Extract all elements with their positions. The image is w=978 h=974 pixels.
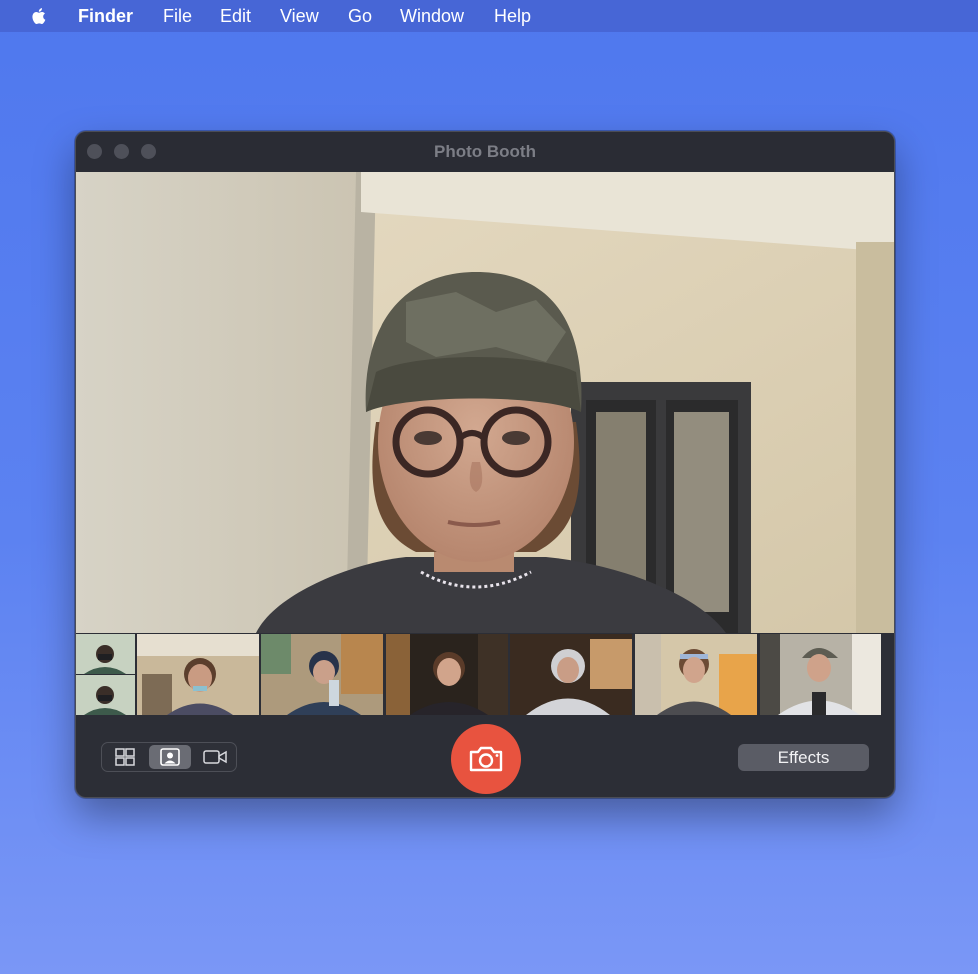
thumbnail-item[interactable] [137, 634, 259, 715]
mode-selector [101, 742, 237, 772]
menu-edit[interactable]: Edit [220, 5, 251, 27]
camera-preview-image [76, 172, 894, 633]
menu-view[interactable]: View [280, 5, 319, 27]
thumbnail-item[interactable] [386, 634, 508, 715]
photo-booth-window: Photo Booth Effects [75, 131, 895, 798]
thumbnail-image [137, 634, 259, 715]
thumbnail-image [261, 634, 383, 715]
thumbnail-item[interactable] [261, 634, 383, 715]
portrait-photo-icon [160, 748, 180, 766]
thumbnail-image [635, 634, 757, 715]
apple-logo-icon[interactable] [28, 5, 50, 27]
camera-icon [469, 746, 503, 772]
grid-view-button[interactable] [104, 745, 146, 769]
camera-preview [76, 172, 894, 633]
thumbnail-item[interactable] [510, 634, 632, 715]
menu-help[interactable]: Help [494, 5, 531, 27]
thumbnail-item[interactable] [635, 634, 757, 715]
thumbnail-image [510, 634, 632, 715]
window-title: Photo Booth [434, 142, 536, 161]
thumbnail-image [386, 634, 508, 715]
effects-button[interactable]: Effects [738, 744, 869, 771]
video-camera-icon [203, 750, 227, 764]
thumbnail-strip [76, 634, 894, 715]
single-photo-button[interactable] [149, 745, 191, 769]
thumbnail-item[interactable] [76, 634, 135, 715]
menu-window[interactable]: Window [400, 5, 464, 27]
thumbnail-image [760, 634, 881, 715]
take-photo-button[interactable] [451, 724, 521, 794]
title-bar[interactable]: Photo Booth [76, 132, 894, 172]
thumbnail-item[interactable] [760, 634, 881, 715]
grid-icon [115, 748, 135, 766]
menu-bar: Finder File Edit View Go Window Help [0, 0, 978, 32]
menu-finder[interactable]: Finder [78, 5, 133, 27]
menu-file[interactable]: File [163, 5, 192, 27]
video-button[interactable] [194, 745, 236, 769]
thumbnail-image [76, 634, 135, 715]
menu-go[interactable]: Go [348, 5, 372, 27]
